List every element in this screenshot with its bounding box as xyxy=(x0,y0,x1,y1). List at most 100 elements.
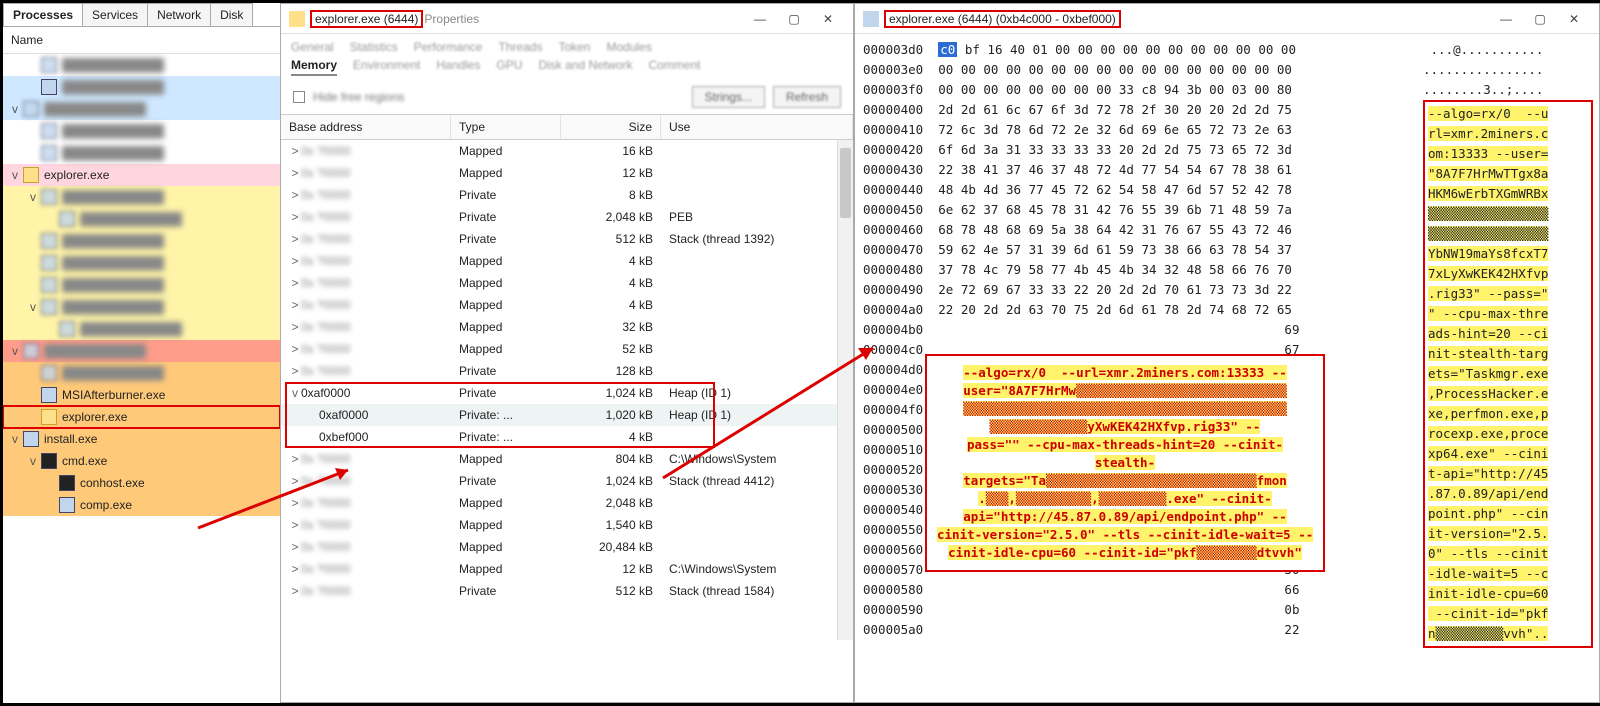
properties-title: explorer.exe (6444) xyxy=(311,11,422,27)
col-base-address[interactable]: Base address xyxy=(281,115,451,139)
memory-row[interactable]: >0x ?0000Private128 kB xyxy=(281,360,853,382)
memory-grid[interactable]: >0x ?0000Mapped16 kB>0x ?0000Mapped12 kB… xyxy=(281,140,853,640)
properties-title-suffix: Properties xyxy=(424,12,479,26)
process-icon xyxy=(59,211,75,227)
tab-processes[interactable]: Processes xyxy=(3,3,83,26)
callout-line: targets="Ta▒▒▒▒▒▒▒▒▒▒▒▒▒▒▒▒▒▒▒▒▒▒▒▒▒▒▒▒f… xyxy=(937,472,1313,490)
tab-network[interactable]: Network xyxy=(147,3,211,26)
tree-row[interactable]: ████████████ xyxy=(3,142,280,164)
process-name: ████████████ xyxy=(44,102,146,116)
properties-window: explorer.exe (6444) Properties — ▢ ✕ Gen… xyxy=(280,3,854,703)
col-type[interactable]: Type xyxy=(451,115,561,139)
memory-row[interactable]: >0x ?0000Mapped12 kBC:\Windows\System xyxy=(281,558,853,580)
refresh-button[interactable]: Refresh xyxy=(773,86,841,108)
tree-row[interactable]: ████████████ xyxy=(3,362,280,384)
tree-row[interactable]: conhost.exe xyxy=(3,472,280,494)
properties-tab[interactable]: Disk and Network xyxy=(538,58,632,76)
properties-tab[interactable]: Comment xyxy=(648,58,700,76)
minimize-button[interactable]: — xyxy=(1489,8,1523,30)
memory-row[interactable]: >0x ?0000Mapped52 kB xyxy=(281,338,853,360)
process-name: MSIAfterburner.exe xyxy=(62,388,165,402)
tree-row[interactable]: ████████████ xyxy=(3,230,280,252)
process-icon xyxy=(59,475,75,491)
properties-tab[interactable]: Environment xyxy=(353,58,420,76)
tree-row[interactable]: v████████████ xyxy=(3,186,280,208)
process-name: ████████████ xyxy=(62,146,164,160)
callout-line: api="http://45.87.0.89/api/endpoint.php"… xyxy=(937,508,1313,526)
hex-titlebar: explorer.exe (6444) (0xb4c000 - 0xbef000… xyxy=(855,4,1599,34)
memory-row[interactable]: >0x ?0000Private8 kB xyxy=(281,184,853,206)
left-tabs: ProcessesServicesNetworkDisk xyxy=(3,3,280,27)
process-icon xyxy=(41,387,57,403)
process-name: ████████████ xyxy=(62,234,164,248)
scrollbar[interactable] xyxy=(837,140,853,640)
tab-disk[interactable]: Disk xyxy=(210,3,253,26)
maximize-button[interactable]: ▢ xyxy=(1523,8,1557,30)
tree-row[interactable]: ████████████ xyxy=(3,208,280,230)
hide-free-checkbox[interactable] xyxy=(293,91,305,103)
process-name: ████████████ xyxy=(62,124,164,138)
process-icon xyxy=(41,145,57,161)
memory-row[interactable]: >0x ?0000Private1,024 kBStack (thread 44… xyxy=(281,470,853,492)
properties-tab[interactable]: GPU xyxy=(496,58,522,76)
memory-row[interactable]: >0x ?0000Mapped20,484 kB xyxy=(281,536,853,558)
close-button[interactable]: ✕ xyxy=(1557,8,1591,30)
memory-row[interactable]: >0x ?0000Mapped1,540 kB xyxy=(281,514,853,536)
tree-row[interactable]: ████████████ xyxy=(3,318,280,340)
tab-services[interactable]: Services xyxy=(82,3,148,26)
process-name: ████████████ xyxy=(62,80,164,94)
close-button[interactable]: ✕ xyxy=(811,8,845,30)
tree-row[interactable]: v████████████ xyxy=(3,296,280,318)
tree-row[interactable]: ████████████ xyxy=(3,274,280,296)
tree-row[interactable]: vinstall.exe xyxy=(3,428,280,450)
tree-row[interactable]: MSIAfterburner.exe xyxy=(3,384,280,406)
hex-title: explorer.exe (6444) (0xb4c000 - 0xbef000… xyxy=(885,11,1120,27)
process-tree[interactable]: ████████████████████████v███████████████… xyxy=(3,54,280,694)
tree-row[interactable]: comp.exe xyxy=(3,494,280,516)
process-tree-pane: ProcessesServicesNetworkDisk Name ██████… xyxy=(3,3,280,703)
maximize-button[interactable]: ▢ xyxy=(777,8,811,30)
properties-tabs: General Statistics Performance Threads Token… xyxy=(281,34,853,76)
callout-line: ▒▒▒▒▒▒▒▒▒▒▒▒▒yXwKEK42HXfvp.rig33" -- xyxy=(937,418,1313,436)
memory-row[interactable]: >0x ?0000Mapped4 kB xyxy=(281,250,853,272)
tree-column-header: Name xyxy=(3,27,280,54)
tree-row[interactable]: ████████████ xyxy=(3,54,280,76)
memory-row[interactable]: >0x ?0000Mapped12 kB xyxy=(281,162,853,184)
memory-row[interactable]: >0x ?0000Mapped2,048 kB xyxy=(281,492,853,514)
process-name: ████████████ xyxy=(62,278,164,292)
properties-tab[interactable]: Performance xyxy=(414,40,483,54)
tree-row[interactable]: ████████████ xyxy=(3,76,280,98)
memory-row[interactable]: >0x ?0000Mapped16 kB xyxy=(281,140,853,162)
memory-row[interactable]: >0x ?0000Mapped4 kB xyxy=(281,294,853,316)
memory-row[interactable]: >0x ?0000Private512 kBStack (thread 1584… xyxy=(281,580,853,602)
process-name: ████████████ xyxy=(62,190,164,204)
memory-row[interactable]: >0x ?0000Mapped4 kB xyxy=(281,272,853,294)
strings-button[interactable]: Strings... xyxy=(692,86,765,108)
tree-row[interactable]: vexplorer.exe xyxy=(3,164,280,186)
properties-tab[interactable]: Token xyxy=(558,40,590,54)
properties-tab[interactable]: General xyxy=(291,40,334,54)
tree-row[interactable]: explorer.exe xyxy=(3,406,280,428)
tree-row[interactable]: v████████████ xyxy=(3,340,280,362)
tree-row[interactable]: ████████████ xyxy=(3,120,280,142)
process-name: ████████████ xyxy=(80,212,182,226)
properties-tab[interactable]: Modules xyxy=(606,40,651,54)
tree-row[interactable]: vcmd.exe xyxy=(3,450,280,472)
process-name: ████████████ xyxy=(80,322,182,336)
memory-row[interactable]: >0x ?0000Private2,048 kBPEB xyxy=(281,206,853,228)
properties-tab[interactable]: Threads xyxy=(498,40,542,54)
col-use[interactable]: Use xyxy=(661,115,853,139)
tree-row[interactable]: v████████████ xyxy=(3,98,280,120)
minimize-button[interactable]: — xyxy=(743,8,777,30)
process-icon xyxy=(41,409,57,425)
tree-row[interactable]: ████████████ xyxy=(3,252,280,274)
col-size[interactable]: Size xyxy=(561,115,661,139)
process-icon xyxy=(23,167,39,183)
process-name: comp.exe xyxy=(80,498,132,512)
properties-tab[interactable]: Statistics xyxy=(350,40,398,54)
properties-tab[interactable]: Handles xyxy=(436,58,480,76)
memory-row[interactable]: >0x ?0000Private512 kBStack (thread 1392… xyxy=(281,228,853,250)
memory-row[interactable]: >0x ?0000Mapped32 kB xyxy=(281,316,853,338)
memory-row[interactable]: >0x ?0000Mapped804 kBC:\Windows\System xyxy=(281,448,853,470)
properties-tab[interactable]: Memory xyxy=(291,58,337,76)
